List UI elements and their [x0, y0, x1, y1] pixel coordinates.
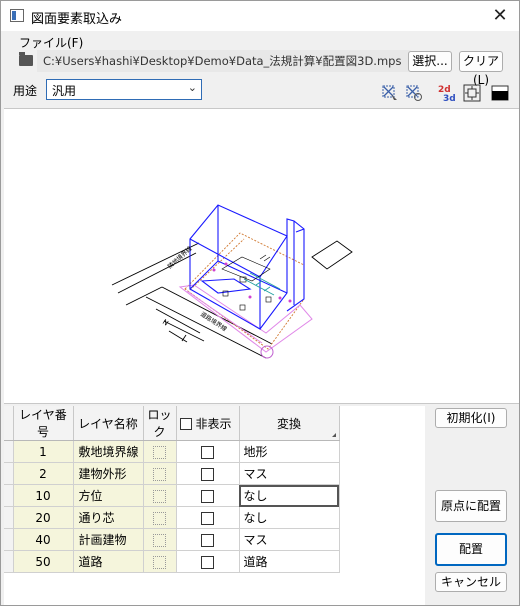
cell-hide[interactable] [176, 440, 240, 463]
hide-checkbox[interactable] [201, 533, 214, 547]
hide-checkbox[interactable] [201, 555, 214, 569]
table-row[interactable]: 1 敷地境界線 地形 [4, 440, 340, 463]
table-header-row: レイヤ番号 レイヤ名称 ロック 非表示 変換 [4, 406, 340, 441]
cell-lock [143, 440, 177, 463]
cell-hide[interactable] [176, 550, 240, 573]
select-all-icon[interactable] [381, 84, 399, 102]
cell-layer-no: 1 [13, 440, 74, 463]
cell-layer-name: 方位 [73, 484, 144, 507]
cell-hide[interactable] [176, 462, 240, 485]
cell-layer-no: 40 [13, 528, 74, 551]
row-selector[interactable] [4, 484, 14, 507]
marker-points [212, 262, 292, 303]
2d-3d-toggle-icon[interactable]: 2d 3d [438, 83, 456, 104]
cell-convert[interactable]: 道路 [239, 550, 340, 573]
cell-layer-no: 20 [13, 506, 74, 529]
header-convert-label: 変換 [276, 416, 301, 431]
cell-lock [143, 550, 177, 573]
hide-checkbox[interactable] [201, 511, 214, 525]
import-dialog: 図面要素取込み ✕ ファイル(F) C:¥Users¥hashi¥Desktop… [0, 0, 520, 606]
table-row[interactable]: 20 通り芯 なし [4, 506, 340, 529]
cell-hide[interactable] [176, 506, 240, 529]
lock-checkbox [153, 555, 166, 569]
header-layer-no[interactable]: レイヤ番号 [13, 406, 74, 441]
hide-all-checkbox[interactable] [179, 417, 192, 430]
header-convert[interactable]: 変換 [239, 406, 340, 441]
table-row[interactable]: 50 道路 道路 [4, 550, 340, 573]
reset-button[interactable]: 初期化(I) [435, 408, 507, 428]
hide-checkbox[interactable] [201, 467, 214, 481]
lock-checkbox [153, 511, 166, 525]
place-button[interactable]: 配置 [435, 533, 507, 566]
column-resize-icon [331, 433, 336, 437]
cell-layer-name: 道路 [73, 550, 144, 573]
cell-layer-no: 50 [13, 550, 74, 573]
cell-layer-name: 敷地境界線 [73, 440, 144, 463]
cell-hide[interactable] [176, 484, 240, 507]
file-path-text: C:¥Users¥hashi¥Desktop¥Demo¥Data_法規計算¥配置… [43, 54, 402, 68]
cell-layer-name: 通り芯 [73, 506, 144, 529]
cell-layer-name: 計画建物 [73, 528, 144, 551]
header-hide[interactable]: 非表示 [176, 406, 240, 441]
lock-checkbox [153, 533, 166, 547]
label-north: N [161, 318, 170, 328]
chevron-down-icon: ⌄ [187, 81, 197, 94]
folder-icon [19, 52, 33, 66]
header-hide-label: 非表示 [195, 416, 232, 431]
fit-view-icon[interactable] [463, 84, 481, 102]
title-bar: 図面要素取込み ✕ [1, 1, 519, 31]
layer-table-panel: レイヤ番号 レイヤ名称 ロック 非表示 変換 1 敷地境界線 地形 2 建物外形… [4, 406, 425, 605]
usage-label: 用途 [13, 84, 38, 98]
row-selector[interactable] [4, 462, 14, 485]
hide-checkbox[interactable] [201, 489, 214, 503]
background-color-icon[interactable] [491, 84, 509, 102]
cell-layer-no: 2 [13, 462, 74, 485]
cancel-button[interactable]: キャンセル [435, 572, 507, 592]
row-selector[interactable] [4, 528, 14, 551]
cell-convert[interactable]: マス [239, 462, 340, 485]
cell-layer-name: 建物外形 [73, 462, 144, 485]
cell-lock [143, 528, 177, 551]
row-selector-header [4, 406, 14, 441]
place-at-origin-button[interactable]: 原点に配置 [435, 490, 507, 522]
label-3d: 3d [443, 94, 456, 103]
usage-selected-value: 汎用 [52, 84, 77, 98]
cell-convert[interactable]: マス [239, 528, 340, 551]
road-lines [111, 240, 353, 359]
table-row[interactable]: 2 建物外形 マス [4, 462, 340, 485]
select-file-button[interactable]: 選択... [408, 51, 452, 72]
clear-file-button[interactable]: クリア(L) [459, 51, 503, 87]
row-selector[interactable] [4, 440, 14, 463]
table-row[interactable]: 10 方位 なし [4, 484, 340, 507]
lock-checkbox [153, 489, 166, 503]
deselect-icon[interactable] [405, 84, 423, 102]
lock-checkbox [153, 467, 166, 481]
table-row[interactable]: 40 計画建物 マス [4, 528, 340, 551]
cell-convert[interactable]: なし [239, 506, 340, 529]
header-lock[interactable]: ロック [143, 406, 177, 441]
window-title: 図面要素取込み [31, 12, 123, 27]
lock-checkbox [153, 445, 166, 459]
cell-convert[interactable]: なし [239, 484, 340, 507]
close-icon[interactable]: ✕ [489, 5, 511, 27]
file-label: ファイル(F) [19, 36, 84, 50]
model-preview[interactable]: 隣地境界線 道路境界線 N [4, 108, 519, 404]
grid-axis-lines [243, 272, 281, 296]
row-selector[interactable] [4, 506, 14, 529]
header-layer-name[interactable]: レイヤ名称 [73, 406, 144, 441]
cell-lock [143, 484, 177, 507]
cell-layer-no: 10 [13, 484, 74, 507]
layer-table: レイヤ番号 レイヤ名称 ロック 非表示 変換 1 敷地境界線 地形 2 建物外形… [4, 406, 340, 573]
cell-lock [143, 462, 177, 485]
cell-hide[interactable] [176, 528, 240, 551]
cell-convert[interactable]: 地形 [239, 440, 340, 463]
cell-lock [143, 506, 177, 529]
hide-checkbox[interactable] [201, 445, 214, 459]
row-selector[interactable] [4, 550, 14, 573]
file-row: C:¥Users¥hashi¥Desktop¥Demo¥Data_法規計算¥配置… [13, 50, 411, 72]
usage-select[interactable]: 汎用 ⌄ [46, 79, 202, 100]
app-window-icon [10, 9, 24, 22]
